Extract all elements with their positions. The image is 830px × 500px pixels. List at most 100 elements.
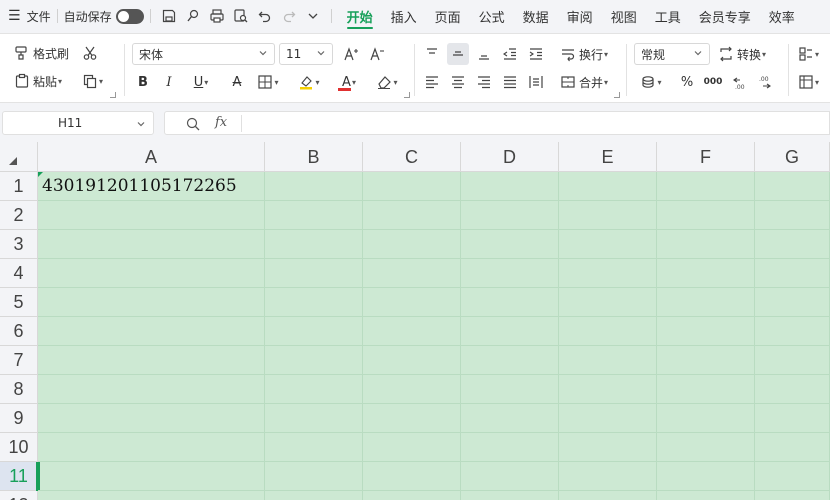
autosave-control[interactable]: 自动保存 [64, 0, 144, 32]
grid-line [38, 461, 830, 462]
name-box[interactable]: H11 [2, 111, 154, 135]
save-icon[interactable] [157, 0, 181, 32]
font-name-select[interactable]: 宋体 [132, 43, 275, 65]
copy-button[interactable]: ▾ [82, 70, 103, 92]
zoom-icon[interactable] [185, 116, 201, 132]
font-size-select[interactable]: 11 [279, 43, 333, 65]
tab-1[interactable]: 插入 [382, 0, 426, 32]
clipboard-launcher-icon[interactable] [110, 92, 116, 98]
wrap-text-label: 换行 [579, 47, 604, 62]
tab-9[interactable]: 效率 [760, 0, 804, 32]
tab-8[interactable]: 会员专享 [690, 0, 760, 32]
number-format-select[interactable]: 常规 [634, 43, 710, 65]
fill-color-button[interactable]: ▾ [294, 71, 324, 93]
row-header-9[interactable]: 9 [0, 404, 37, 433]
row-header-8[interactable]: 8 [0, 375, 37, 404]
align-right-icon[interactable] [473, 71, 495, 93]
chevron-down-icon: ▾ [99, 76, 104, 86]
more-chevron-icon[interactable] [301, 0, 325, 32]
column-header-a[interactable]: A [38, 142, 265, 172]
tab-2[interactable]: 页面 [426, 0, 470, 32]
column-header-f[interactable]: F [657, 142, 755, 172]
table-style-icon [799, 75, 813, 89]
align-left-icon[interactable] [421, 71, 443, 93]
border-icon [258, 75, 273, 89]
align-center-icon[interactable] [447, 71, 469, 93]
conditional-format-button[interactable]: ▾ [798, 43, 819, 65]
autosave-toggle[interactable] [115, 8, 144, 24]
column-header-d[interactable]: D [461, 142, 559, 172]
table-style-button[interactable]: ▾ [798, 71, 819, 93]
cut-icon[interactable] [79, 42, 101, 64]
redo-icon[interactable] [277, 0, 301, 32]
convert-button[interactable]: 转换 ▾ [718, 43, 766, 65]
select-all-corner[interactable] [0, 142, 38, 172]
increase-font-icon[interactable] [340, 43, 362, 65]
font-color-button[interactable]: A ▾ [334, 71, 364, 93]
row-header-11[interactable]: 11 [0, 462, 38, 491]
column-header-c[interactable]: C [363, 142, 461, 172]
increase-indent-icon[interactable] [525, 43, 547, 65]
file-menu[interactable]: ☰ 文件 [8, 0, 51, 32]
row-header-6[interactable]: 6 [0, 317, 37, 346]
decrease-decimal-icon[interactable]: .00 [754, 71, 776, 93]
justify-icon[interactable] [499, 71, 521, 93]
underline-button[interactable]: U ▾ [186, 71, 216, 93]
divider [241, 115, 242, 132]
row-header-4[interactable]: 4 [0, 259, 37, 288]
column-header-e[interactable]: E [559, 142, 657, 172]
grid-line [38, 374, 830, 375]
print-preview-icon[interactable] [229, 0, 253, 32]
tab-4[interactable]: 数据 [514, 0, 558, 32]
cell-a1[interactable]: 430191201105172265 [42, 176, 237, 196]
formula-input[interactable]: fx [164, 111, 830, 135]
chevron-down-icon: ▾ [657, 77, 662, 87]
chevron-down-icon [137, 122, 145, 127]
tab-0[interactable]: 开始 [338, 0, 382, 32]
strikethrough-button[interactable]: A [226, 71, 248, 93]
format-painter-button[interactable]: 格式刷 [14, 42, 69, 64]
align-bottom-icon[interactable] [473, 43, 495, 65]
tab-7[interactable]: 工具 [646, 0, 690, 32]
undo-icon[interactable] [253, 0, 277, 32]
divider [414, 44, 415, 96]
distributed-align-icon[interactable] [525, 71, 547, 93]
row-header-5[interactable]: 5 [0, 288, 37, 317]
alignment-launcher-icon[interactable] [614, 92, 620, 98]
column-header-b[interactable]: B [265, 142, 363, 172]
decrease-indent-icon[interactable] [499, 43, 521, 65]
paste-button[interactable]: 粘贴 ▾ [14, 70, 62, 92]
wrap-text-button[interactable]: 换行 ▾ [560, 43, 608, 65]
conditional-format-icon [799, 47, 812, 61]
increase-decimal-icon[interactable]: .00 [728, 71, 750, 93]
font-launcher-icon[interactable] [404, 92, 410, 98]
cell-area[interactable]: 430191201105172265 [38, 172, 830, 500]
bold-button[interactable]: B [132, 71, 154, 93]
search-doc-icon[interactable] [181, 0, 205, 32]
decrease-font-icon[interactable] [366, 43, 388, 65]
clear-format-button[interactable]: ▾ [372, 71, 402, 93]
tab-6[interactable]: 视图 [602, 0, 646, 32]
border-button[interactable]: ▾ [253, 71, 283, 93]
column-header-g[interactable]: G [755, 142, 830, 172]
italic-button[interactable]: I [158, 71, 180, 93]
row-header-3[interactable]: 3 [0, 230, 37, 259]
align-middle-icon[interactable] [447, 43, 469, 65]
row-header-12[interactable]: 12 [0, 491, 37, 500]
align-top-icon[interactable] [421, 43, 443, 65]
percent-button[interactable]: % [676, 71, 698, 93]
row-header-10[interactable]: 10 [0, 433, 37, 462]
merge-cells-button[interactable]: 合并 ▾ [560, 71, 608, 93]
fx-label[interactable]: fx [215, 115, 227, 130]
row-header-2[interactable]: 2 [0, 201, 37, 230]
chevron-down-icon: ▾ [58, 76, 63, 86]
currency-button[interactable]: ▾ [636, 71, 666, 93]
tab-3[interactable]: 公式 [470, 0, 514, 32]
row-header-7[interactable]: 7 [0, 346, 37, 375]
grid-line [558, 172, 559, 500]
row-header-1[interactable]: 1 [0, 172, 37, 201]
grid-line [38, 490, 830, 491]
thousands-button[interactable]: 000 [702, 71, 724, 93]
tab-5[interactable]: 审阅 [558, 0, 602, 32]
print-icon[interactable] [205, 0, 229, 32]
